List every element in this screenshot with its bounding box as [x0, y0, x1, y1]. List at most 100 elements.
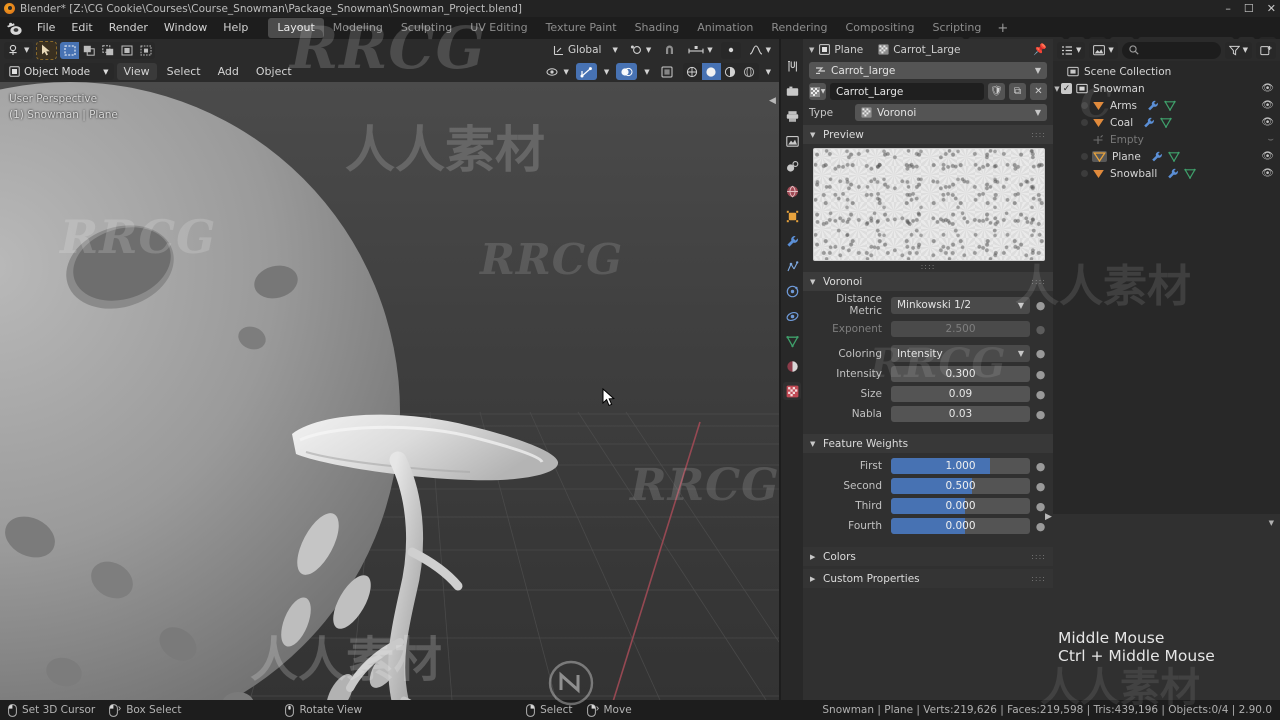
pivot-point-dropdown[interactable]: ▼ — [626, 42, 655, 59]
outliner-search-input[interactable] — [1121, 41, 1221, 59]
coloring-dropdown[interactable]: Intensity ▼ — [891, 345, 1030, 362]
intensity-value-field[interactable]: 0.300 — [891, 366, 1030, 382]
properties-tab-view-layer[interactable] — [783, 132, 801, 150]
interaction-mode-dropdown[interactable]: Object Mode ▼ — [4, 63, 114, 80]
tweak-tool-button[interactable] — [36, 40, 58, 60]
fake-user-shield-icon[interactable]: 🛡 — [988, 83, 1005, 100]
new-texture-button[interactable]: ⧉ — [1009, 83, 1026, 100]
blender-app-icon[interactable] — [6, 21, 23, 36]
tab-rendering[interactable]: Rendering — [762, 18, 836, 38]
tab-uv-editing[interactable]: UV Editing — [461, 18, 536, 38]
menu-edit[interactable]: Edit — [63, 19, 100, 37]
shading-material-preview-button[interactable] — [720, 63, 740, 80]
viewport-menu-add[interactable]: Add — [211, 63, 246, 80]
shading-wireframe-button[interactable] — [682, 63, 702, 80]
outliner-row-coal[interactable]: Coal 👁 — [1053, 114, 1280, 131]
visibility-closed-eye-icon[interactable]: ⌣ — [1267, 134, 1274, 145]
properties-tab-texture[interactable] — [783, 382, 801, 400]
viewport-sidebar-toggle[interactable]: ◀ — [769, 96, 776, 106]
overlays-settings-dropdown[interactable]: ▼ — [640, 63, 653, 80]
outliner-row-plane[interactable]: Plane 👁 — [1053, 148, 1280, 165]
select-invert-button[interactable] — [117, 41, 137, 59]
minimize-button[interactable]: – — [1225, 2, 1231, 15]
tab-modeling[interactable]: Modeling — [324, 18, 392, 38]
viewport-menu-object[interactable]: Object — [249, 63, 299, 80]
nabla-value-field[interactable]: 0.03 — [891, 406, 1030, 422]
close-button[interactable]: ✕ — [1267, 2, 1276, 15]
select-set-button[interactable] — [60, 41, 80, 59]
feature-weight-slider-first[interactable]: 1.000 — [891, 458, 1030, 474]
select-mode-group[interactable] — [60, 41, 156, 59]
outliner-row-snowball[interactable]: Snowball 👁 — [1053, 165, 1280, 182]
properties-tab-tool[interactable] — [783, 57, 801, 75]
properties-tab-render[interactable] — [783, 82, 801, 100]
animate-property-dot-icon[interactable]: ● — [1034, 386, 1047, 402]
xray-toggle[interactable] — [657, 63, 677, 80]
properties-tab-output[interactable] — [783, 107, 801, 125]
properties-tab-object[interactable] — [783, 207, 801, 225]
tab-texture-paint[interactable]: Texture Paint — [537, 18, 626, 38]
animate-property-dot-icon[interactable]: ● — [1034, 297, 1047, 313]
texture-type-dropdown[interactable]: Voronoi ▼ — [855, 104, 1047, 121]
visibility-dropdown[interactable]: ▼ — [542, 63, 572, 80]
overlays-toggle[interactable] — [616, 63, 638, 80]
unlink-texture-button[interactable]: ✕ — [1030, 83, 1047, 100]
properties-tab-world[interactable] — [783, 182, 801, 200]
visibility-eye-icon[interactable]: 👁 — [1261, 151, 1274, 162]
tab-compositing[interactable]: Compositing — [837, 18, 924, 38]
panel-header-colors[interactable]: ▶ Colors :::: — [803, 547, 1053, 566]
properties-tab-physics[interactable] — [783, 282, 801, 300]
feature-weight-slider-second[interactable]: 0.500 — [891, 478, 1030, 494]
outliner-filter-id-dropdown[interactable]: ▼ — [1089, 41, 1118, 59]
properties-tab-material[interactable] — [783, 357, 801, 375]
menu-window[interactable]: Window — [156, 19, 215, 37]
viewport-menu-view[interactable]: View — [116, 63, 157, 80]
animate-property-dot-icon[interactable]: ● — [1034, 346, 1047, 362]
chevron-down-icon[interactable]: ▼ — [809, 46, 814, 54]
chevron-down-icon[interactable]: ▼ — [1269, 519, 1274, 527]
gizmo-toggle[interactable] — [575, 63, 597, 80]
new-collection-button[interactable] — [1256, 41, 1276, 59]
active-tool-dropdown[interactable]: ▼ — [4, 41, 34, 59]
outliner-row-scene-collection[interactable]: Scene Collection — [1053, 63, 1280, 80]
shading-settings-dropdown[interactable]: ▼ — [762, 63, 775, 80]
visibility-eye-icon[interactable]: 👁 — [1261, 168, 1274, 179]
shading-rendered-button[interactable] — [739, 63, 759, 80]
outliner-row-snowman[interactable]: ▼ ✓ Snowman 👁 — [1053, 80, 1280, 97]
panel-header-custom-properties[interactable]: ▶ Custom Properties :::: — [803, 569, 1053, 588]
texture-context-dropdown[interactable]: Carrot_large ▼ — [809, 62, 1047, 79]
feature-weight-slider-fourth[interactable]: 0.000 — [891, 518, 1030, 534]
properties-tab-constraints[interactable] — [783, 307, 801, 325]
transform-orientation-dropdown[interactable]: Global ▼ — [549, 42, 622, 59]
distance-metric-dropdown[interactable]: Minkowski 1/2 ▼ — [891, 296, 1030, 314]
pin-id-icon[interactable]: 📌 — [1033, 43, 1047, 56]
animate-property-dot-icon[interactable]: ● — [1034, 458, 1047, 474]
triangle-down-icon[interactable]: ▼ — [1053, 85, 1061, 93]
panel-header-preview[interactable]: ▼ Preview :::: — [803, 125, 1053, 144]
outliner-filter-dropdown[interactable]: ▼ — [1224, 41, 1252, 59]
menu-file[interactable]: File — [29, 19, 63, 37]
proportional-falloff-dropdown[interactable]: ▼ — [745, 42, 775, 59]
snap-settings-dropdown[interactable]: ▼ — [684, 42, 716, 59]
viewport-menu-select[interactable]: Select — [160, 63, 208, 80]
shading-solid-button[interactable] — [701, 63, 721, 80]
proportional-editing-toggle[interactable] — [720, 41, 741, 59]
tab-sculpting[interactable]: Sculpting — [392, 18, 461, 38]
feature-weight-slider-third[interactable]: 0.000 — [891, 498, 1030, 514]
properties-tab-particles[interactable] — [783, 257, 801, 275]
visibility-eye-icon[interactable]: 👁 — [1261, 100, 1274, 111]
shading-modes-group[interactable] — [682, 63, 759, 80]
tab-animation[interactable]: Animation — [688, 18, 762, 38]
preview-resize-handle[interactable]: :::: — [803, 263, 1053, 271]
maximize-button[interactable]: ☐ — [1244, 2, 1254, 15]
snap-toggle-button[interactable] — [659, 42, 680, 59]
window-controls[interactable]: – ☐ ✕ — [1225, 0, 1276, 17]
select-intersect-button[interactable] — [136, 41, 156, 59]
properties-tab-modifier[interactable] — [783, 232, 801, 250]
tab-layout[interactable]: Layout — [268, 18, 324, 38]
collection-checkbox[interactable]: ✓ — [1061, 83, 1072, 94]
breadcrumb-texture[interactable]: Carrot_Large — [878, 44, 961, 56]
properties-tab-data[interactable] — [783, 332, 801, 350]
animate-property-dot-icon[interactable]: ● — [1034, 478, 1047, 494]
menu-help[interactable]: Help — [215, 19, 256, 37]
